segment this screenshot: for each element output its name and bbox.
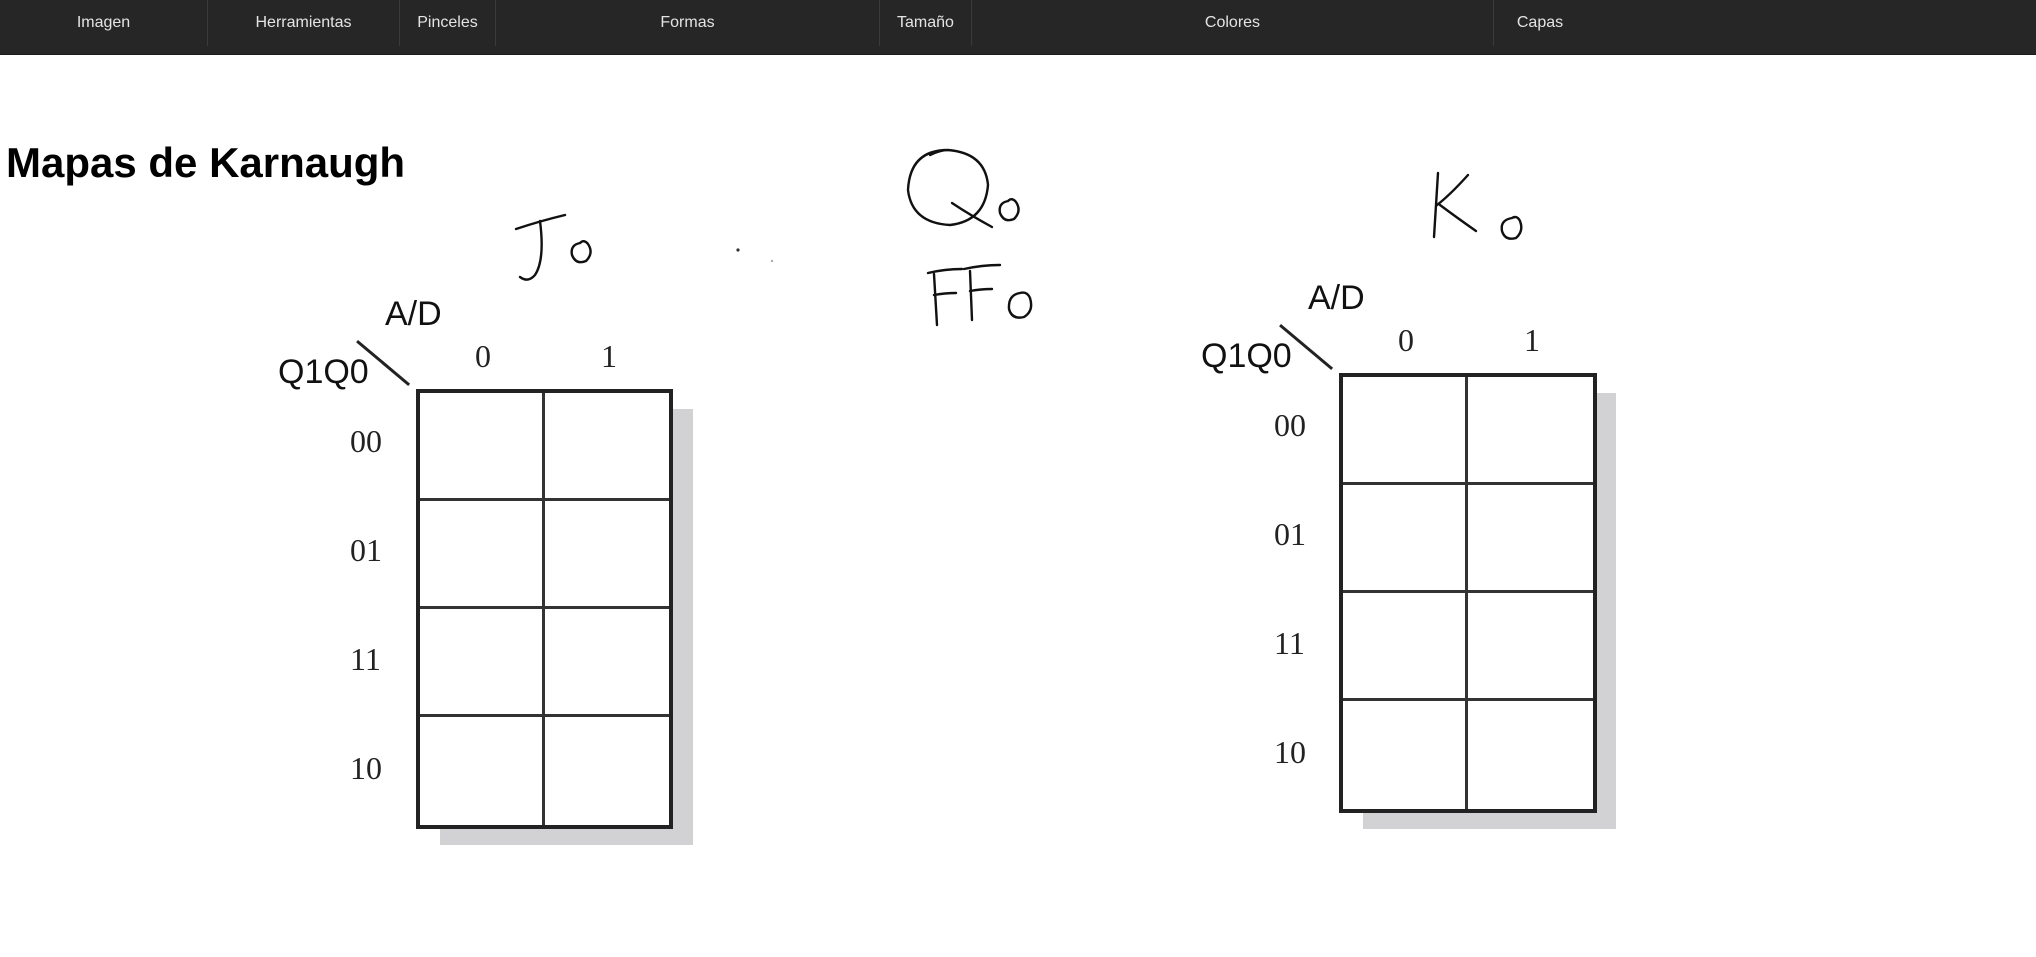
toolbar-group-tamano[interactable]: Tamaño — [880, 0, 972, 46]
toolbar-group-formas[interactable]: Formas — [496, 0, 880, 46]
stray-ink-dot — [770, 259, 774, 263]
toolbar-group-colores[interactable]: Colores — [972, 0, 1494, 46]
handwriting-j0 — [514, 213, 592, 281]
handwriting-ff0 — [926, 263, 1033, 327]
handwriting-k0 — [1432, 171, 1523, 240]
handwriting-q0 — [906, 148, 1020, 229]
toolbar-group-pinceles[interactable]: Pinceles — [400, 0, 496, 46]
handwritten-annotations — [514, 148, 1523, 327]
toolbar-group-imagen[interactable]: Imagen — [0, 0, 208, 46]
drawing-canvas[interactable]: Mapas de Karnaugh A/D Q1Q0 0 1 00 01 11 … — [0, 55, 2036, 957]
top-toolbar: Imagen Herramientas Pinceles Formas Tama… — [0, 0, 2036, 55]
stray-ink-dot — [736, 248, 740, 252]
toolbar-group-capas[interactable]: Capas — [1494, 0, 1586, 46]
toolbar-group-herramientas[interactable]: Herramientas — [208, 0, 400, 46]
